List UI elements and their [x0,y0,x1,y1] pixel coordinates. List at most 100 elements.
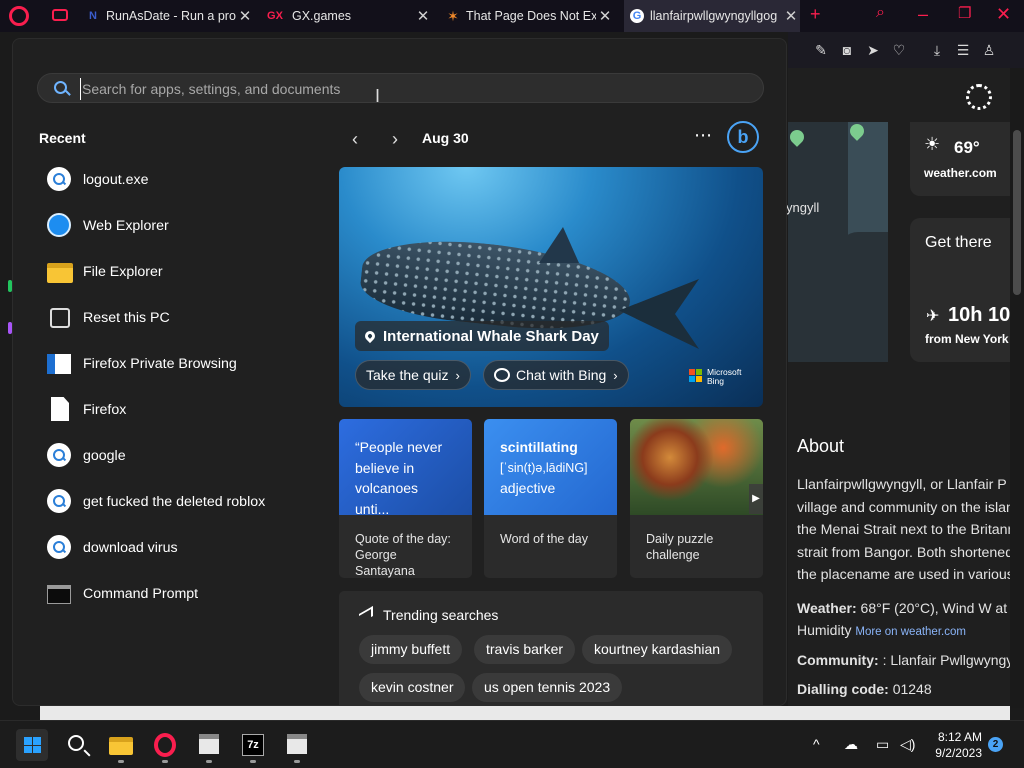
onedrive-cloud-icon[interactable]: ☁ [844,736,858,753]
taskbar-opera[interactable] [149,729,181,763]
next-day-button[interactable]: › [385,129,405,149]
trending-pill[interactable]: kourtney kardashian [582,635,733,664]
recent-heading: Recent [39,130,86,146]
download-icon[interactable]: ⤓ [924,42,950,59]
page-horizontal-scrollbar[interactable] [40,706,1010,720]
profile-icon[interactable]: ♙ [976,42,1002,59]
notification-badge[interactable]: 2 [988,737,1003,752]
app-window-icon [199,734,219,754]
gx-controller-icon[interactable] [52,9,68,21]
about-paragraph: Llanfairpwllgwyngyll, or Llanfair P vill… [797,477,1010,583]
reset-icon [50,308,70,328]
restore-button[interactable]: ❐ [958,4,971,22]
weather-link[interactable]: More on weather.com [855,626,966,638]
word-of-day-tile[interactable]: scintillating [ˈsin(t)ə,lādiNG] adjectiv… [484,419,617,578]
heart-icon[interactable]: ♡ [886,42,912,59]
weather-fact: Weather: 68°F (20°C), Wind W at [797,600,1008,616]
taskbar-search-button[interactable] [61,729,93,761]
travel-origin: from New York [925,332,1009,346]
camera-icon[interactable]: ◙ [834,42,860,58]
clock-time: 8:12 AM [937,730,982,744]
taskbar: 7z ^ ☁ ▭ ◁) 8:12 AM 9/2/2023 2 [0,720,1024,768]
opera-logo-icon[interactable] [9,6,29,26]
recent-item-logout-exe[interactable]: logout.exe [47,157,337,203]
chevron-right-icon: › [455,367,460,383]
search-input[interactable] [80,78,740,100]
tab-favicon-icon: GX [267,10,283,22]
autumn-tree-image [630,419,763,515]
windows-logo-icon [24,737,41,753]
chat-icon [494,368,510,382]
recent-item-download-virus[interactable]: download virus [47,525,337,571]
pronunciation: [ˈsin(t)ə,lādiNG] [500,460,588,475]
hero-card-whale-shark[interactable]: International Whale Shark Day Take the q… [339,167,763,407]
close-tab-icon[interactable]: ✕ [596,7,614,25]
weather-card[interactable]: ☀ 69° weather.com [910,122,1024,196]
trending-pill[interactable]: us open tennis 2023 [472,673,623,702]
taskbar-app-window-2[interactable] [281,729,313,763]
volume-icon[interactable]: ◁) [900,736,915,753]
next-tile-arrow-icon[interactable]: ▶ [749,484,763,514]
page-vertical-scrollbar[interactable] [1010,68,1024,708]
airplane-icon: ✈ [926,308,940,325]
trending-pill[interactable]: jimmy buffett [359,635,463,664]
document-icon [51,397,69,421]
humidity-fact: Humidity More on weather.com [797,622,966,638]
search-icon [68,735,84,751]
tab-runasdate[interactable]: N RunAsDate - Run a prog ✕ [86,0,254,32]
send-icon[interactable]: ➤ [860,42,886,59]
search-icon [54,81,71,97]
trending-pill[interactable]: travis barker [474,635,576,664]
recent-item-firefox-private[interactable]: Firefox Private Browsing [47,341,337,387]
recent-item-reset-pc[interactable]: Reset this PC [47,295,337,341]
trending-arrow-icon [359,605,373,625]
close-tab-icon[interactable]: ✕ [414,7,432,25]
dialling-code-fact: Dialling code: 01248 [797,681,932,697]
tab-llanfair[interactable]: G llanfairpwllgwyngyllgog ✕ [624,0,800,32]
taskbar-file-explorer[interactable] [105,729,137,763]
show-hidden-icons-chevron-up-icon[interactable]: ^ [813,736,820,752]
search-icon [47,535,71,559]
recent-item-firefox[interactable]: Firefox [47,387,337,433]
recent-item-roblox[interactable]: get fucked the deleted roblox [47,479,337,525]
weather-temperature: 69° [954,138,980,157]
network-icon[interactable]: ▭ [876,736,889,753]
get-there-card[interactable]: Get there ✈ 10h 10 from New York [910,218,1024,362]
recent-item-file-explorer[interactable]: File Explorer [47,249,337,295]
system-clock[interactable]: 8:12 AM 9/2/2023 [924,729,982,761]
close-tab-icon[interactable]: ✕ [782,7,800,25]
settings-sliders-icon[interactable]: ☰ [950,42,976,59]
taskbar-7zip[interactable]: 7z [237,729,269,763]
close-tab-icon[interactable]: ✕ [236,7,254,25]
partly-cloudy-icon: ☀ [924,134,941,154]
hero-title[interactable]: International Whale Shark Day [355,321,609,351]
tab-page-not-exist[interactable]: ✶ That Page Does Not Exis ✕ [446,0,614,32]
map-view[interactable] [788,122,888,362]
search-box[interactable] [37,73,764,103]
recent-item-google[interactable]: google [47,433,337,479]
more-options-button[interactable]: ⋯ [694,125,713,146]
quote-label: Quote of the day: [355,532,451,546]
take-quiz-button[interactable]: Take the quiz › [355,360,471,390]
new-tab-button[interactable]: + [810,4,821,25]
recent-item-web-explorer[interactable]: Web Explorer [47,203,337,249]
edit-icon[interactable]: ✎ [808,42,834,59]
search-icon [47,443,71,467]
previous-day-button[interactable]: ‹ [345,129,365,149]
chat-with-bing-button[interactable]: Chat with Bing › [483,360,629,390]
gear-icon[interactable] [966,84,992,110]
start-button[interactable] [16,729,48,761]
minimize-button[interactable]: – [918,4,928,25]
recent-item-command-prompt[interactable]: Command Prompt [47,571,337,617]
tab-gx-games[interactable]: GX GX.games ✕ [264,0,432,32]
taskbar-app-window[interactable] [193,729,225,763]
bing-icon[interactable]: b [727,121,759,153]
close-window-button[interactable]: ✕ [996,4,1011,25]
tab-favicon-icon: N [89,10,97,22]
daily-puzzle-tile[interactable]: Daily puzzle challenge ▶ [630,419,763,578]
part-of-speech: adjective [500,480,556,496]
tab-search-icon[interactable]: ⌕ [876,4,885,22]
microsoft-logo-icon [689,369,703,383]
trending-pill[interactable]: kevin costner [359,673,466,702]
quote-of-day-tile[interactable]: “People never believe in volcanoes unti.… [339,419,472,578]
